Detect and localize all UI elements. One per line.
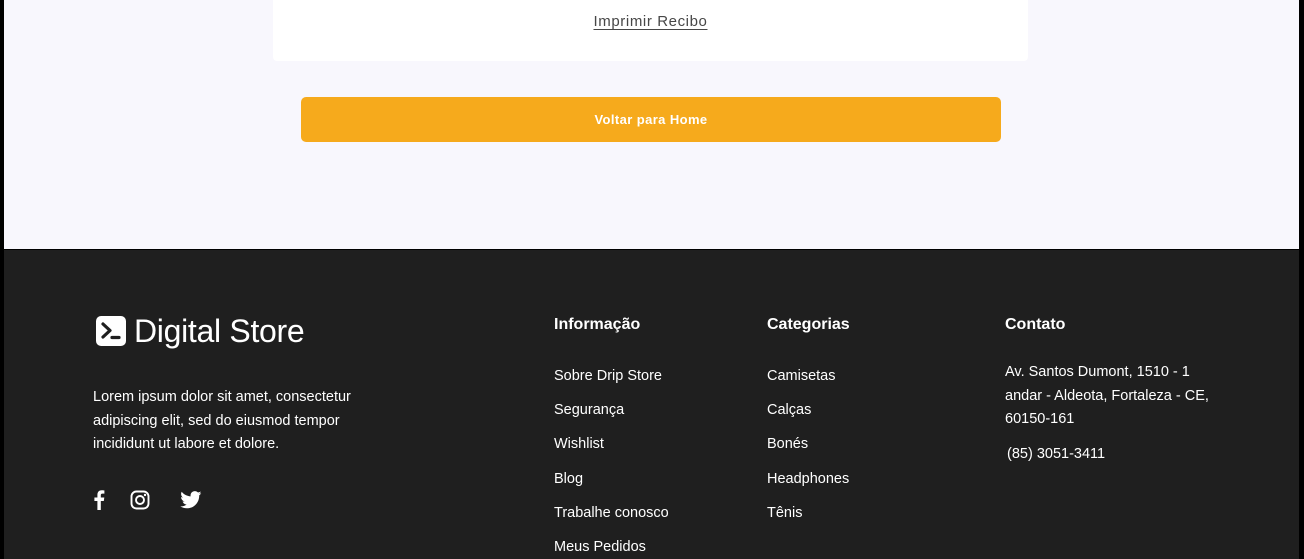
info-link-trabalhe[interactable]: Trabalhe conosco bbox=[554, 504, 669, 522]
info-link-blog[interactable]: Blog bbox=[554, 470, 669, 488]
instagram-link[interactable] bbox=[130, 490, 150, 510]
category-link-camisetas[interactable]: Camisetas bbox=[767, 367, 850, 385]
info-link-wishlist[interactable]: Wishlist bbox=[554, 435, 669, 453]
print-receipt-row: Imprimir Recibo bbox=[273, 13, 1028, 30]
brand-name: Digital Store bbox=[134, 313, 305, 349]
terminal-logo-icon bbox=[96, 316, 126, 346]
twitter-icon bbox=[180, 491, 202, 509]
category-link-bones[interactable]: Bonés bbox=[767, 435, 850, 453]
contact-heading: Contato bbox=[1005, 316, 1066, 333]
back-to-home-button[interactable]: Voltar para Home bbox=[301, 97, 1001, 142]
info-link-sobre[interactable]: Sobre Drip Store bbox=[554, 367, 669, 385]
facebook-link[interactable] bbox=[93, 490, 105, 510]
category-link-headphones[interactable]: Headphones bbox=[767, 470, 850, 488]
info-link-pedidos[interactable]: Meus Pedidos bbox=[554, 538, 669, 556]
order-confirmation-section: Imprimir Recibo Voltar para Home bbox=[4, 0, 1299, 249]
contact-phone: (85) 3051-3411 bbox=[1007, 445, 1106, 462]
contact-address: Av. Santos Dumont, 1510 - 1 andar - Alde… bbox=[1005, 364, 1209, 427]
footer-categories-column: Categorias Camisetas Calças Bonés Headph… bbox=[767, 315, 850, 538]
footer-contact-column: Contato Av. Santos Dumont, 1510 - 1 anda… bbox=[1005, 315, 1215, 463]
social-links bbox=[93, 490, 202, 510]
footer: Digital Store Lorem ipsum dolor sit amet… bbox=[4, 250, 1299, 559]
category-link-tenis[interactable]: Tênis bbox=[767, 504, 850, 522]
page-frame: Imprimir Recibo Voltar para Home Digital… bbox=[0, 0, 1304, 559]
twitter-link[interactable] bbox=[180, 491, 202, 509]
receipt-card: Imprimir Recibo bbox=[273, 0, 1028, 61]
facebook-icon bbox=[94, 490, 105, 510]
footer-info-column: Informação Sobre Drip Store Segurança Wi… bbox=[554, 315, 669, 559]
category-link-calcas[interactable]: Calças bbox=[767, 401, 850, 419]
print-receipt-link[interactable]: Imprimir Recibo bbox=[593, 13, 707, 30]
info-link-seguranca[interactable]: Segurança bbox=[554, 401, 669, 419]
footer-brand[interactable]: Digital Store bbox=[95, 313, 305, 349]
info-heading: Informação bbox=[554, 316, 641, 333]
instagram-icon bbox=[130, 490, 150, 510]
brand-description: Lorem ipsum dolor sit amet, consectetur … bbox=[93, 389, 351, 452]
categories-heading: Categorias bbox=[767, 316, 850, 333]
